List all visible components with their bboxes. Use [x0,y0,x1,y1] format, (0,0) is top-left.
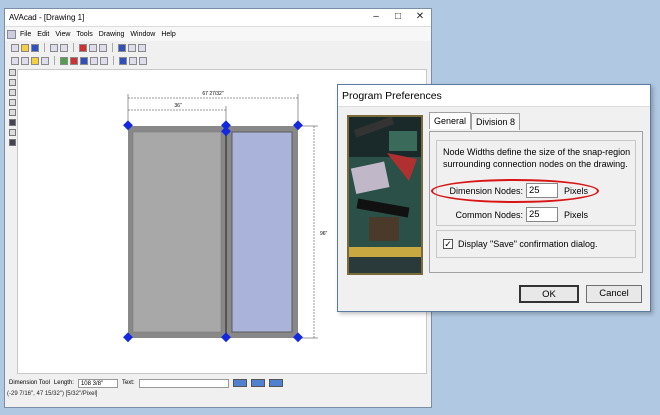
text-field[interactable] [138,378,229,388]
node-width-description: Node Widths define the size of the snap-… [443,147,631,169]
common-nodes-unit: Pixels [564,209,589,220]
dialog-title: Program Preferences [338,85,650,107]
preferences-image [347,115,423,275]
window-title: AVAcad - [Drawing 1] [9,13,85,22]
menu-help[interactable]: Help [161,31,175,38]
menu-window[interactable]: Window [130,31,155,38]
dim-height-label: 96" [320,231,328,237]
save-icon[interactable] [31,43,39,52]
paste-icon[interactable] [99,43,107,52]
app-icon[interactable] [7,29,16,39]
node-width-group: Node Widths define the size of the snap-… [431,140,636,226]
common-nodes-label: Common Nodes: [455,209,523,220]
zoom-icon[interactable] [118,43,126,52]
grid-icon[interactable] [21,56,29,65]
line-tool-icon[interactable] [8,89,16,96]
save-confirm-label: Display "Save" confirmation dialog. [458,239,598,249]
ok-button[interactable]: OK [519,285,579,303]
new-icon[interactable] [11,43,19,52]
cut-icon[interactable] [79,43,87,52]
panel-left[interactable] [132,131,222,333]
menu-bar: File Edit View Tools Drawing Window Help [5,27,431,41]
common-nodes-row: Common Nodes: Pixels [439,207,588,222]
rotate-icon[interactable] [90,56,98,65]
menu-edit[interactable]: Edit [37,31,49,38]
fill-tool-icon[interactable] [8,119,16,126]
dim-overall-label: 67 27/32" [202,91,223,97]
stop-icon[interactable] [41,56,49,65]
line-icon[interactable] [70,56,78,65]
dimension-nodes-row: Dimension Nodes: Pixels [431,179,599,203]
menu-view[interactable]: View [55,31,70,38]
tab-general[interactable]: General [429,112,472,129]
text-icon[interactable] [129,56,137,65]
toolbar-main [5,41,431,54]
arc-icon[interactable] [80,56,88,65]
tab-division-8[interactable]: Division 8 [471,113,521,130]
print-preview-icon[interactable] [60,43,68,52]
status-button-3[interactable] [268,379,283,387]
toolbar-draw [5,54,431,67]
preferences-dialog: Program Preferences General Division 8 N… [337,84,651,312]
text-label: Text: [121,380,135,386]
status-button-1[interactable] [232,379,247,387]
status-bar: Dimension Tool Length: 108 3/8" Text: [5,377,431,389]
draw-icon[interactable] [60,56,68,65]
cursor-coordinates: (-29 7/16", 47 15/32") [5/32"/Pixel] [7,391,98,397]
rect-tool-icon[interactable] [8,99,16,106]
length-field[interactable]: 108 3/8" [77,378,118,388]
menu-tools[interactable]: Tools [76,31,92,38]
pointer-icon[interactable] [8,79,16,86]
open-icon[interactable] [21,43,29,52]
close-button[interactable]: ✕ [409,9,431,26]
menu-drawing[interactable]: Drawing [99,31,125,38]
length-label: Length: [53,380,74,386]
tab-strip: General Division 8 [429,112,521,130]
snap-icon[interactable] [139,56,147,65]
copy-icon[interactable] [89,43,97,52]
layer-tool-icon[interactable] [8,139,16,146]
poly-tool-icon[interactable] [8,109,16,116]
settings-icon[interactable] [138,43,146,52]
left-toolbox [7,69,17,146]
dimension-icon[interactable] [119,56,127,65]
tab-panel-general: Node Widths define the size of the snap-… [429,131,643,273]
dim-left-label: 36" [174,103,182,109]
mirror-icon[interactable] [100,56,108,65]
panel-right[interactable] [231,131,293,333]
cancel-button[interactable]: Cancel [586,285,642,303]
save-confirm-checkbox[interactable]: ✓ [443,239,453,249]
maximize-button[interactable]: □ [387,9,409,26]
annotation-highlight-ellipse [431,179,599,203]
select-icon[interactable] [11,56,19,65]
refresh-icon[interactable] [128,43,136,52]
save-confirm-group: ✓ Display "Save" confirmation dialog. [436,230,636,258]
print-icon[interactable] [50,43,58,52]
common-nodes-input[interactable] [526,207,558,222]
layer-icon[interactable] [31,56,39,65]
minimize-button[interactable]: – [365,9,387,26]
menu-file[interactable]: File [20,31,31,38]
title-bar: AVAcad - [Drawing 1] – □ ✕ [5,9,431,27]
hand-icon[interactable] [8,69,16,76]
dim-tool-icon[interactable] [8,129,16,136]
current-tool: Dimension Tool [9,380,50,386]
status-button-2[interactable] [250,379,265,387]
